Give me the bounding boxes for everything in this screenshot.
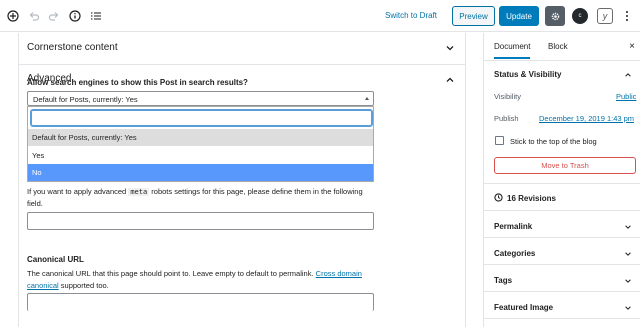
divider — [484, 237, 640, 238]
dropdown-option[interactable]: No — [28, 164, 373, 181]
dropdown-search-input[interactable] — [31, 110, 372, 126]
sidebar-tabs: Document Block × — [484, 33, 640, 61]
divider — [484, 318, 640, 319]
redo-icon[interactable] — [47, 9, 61, 23]
chevron-down-icon[interactable] — [624, 250, 632, 258]
settings-button[interactable] — [545, 6, 565, 26]
select-value: Default for Posts, currently: Yes — [33, 95, 138, 104]
visibility-value-link[interactable]: Public — [616, 92, 636, 101]
info-icon[interactable] — [68, 9, 82, 23]
update-button[interactable]: Update — [499, 6, 539, 26]
chevron-down-icon[interactable] — [624, 277, 632, 285]
undo-icon[interactable] — [27, 9, 41, 23]
tab-document[interactable]: Document — [494, 42, 531, 59]
tab-block[interactable]: Block — [548, 42, 568, 51]
desc-text: supported too. — [58, 281, 109, 290]
settings-sidebar: Document Block × Status & Visibility Vis… — [483, 33, 640, 327]
canonical-url-input[interactable] — [27, 293, 374, 311]
chevron-down-icon[interactable] — [624, 223, 632, 231]
divider — [484, 210, 640, 211]
canonical-description: The canonical URL that this page should … — [27, 268, 367, 292]
chevron-down-icon — [446, 46, 454, 51]
chevron-down-icon[interactable] — [624, 304, 632, 312]
close-icon[interactable]: × — [629, 41, 635, 52]
more-options-icon[interactable] — [622, 8, 632, 24]
preview-button[interactable]: Preview — [452, 6, 495, 26]
search-visibility-select[interactable]: Default for Posts, currently: Yes — [27, 91, 374, 106]
divider — [484, 291, 640, 292]
search-visibility-label: Allow search engines to show this Post i… — [27, 78, 248, 87]
canonical-url-label: Canonical URL — [27, 255, 84, 264]
chevron-up-icon[interactable] — [624, 71, 632, 79]
dropdown-option[interactable]: Default for Posts, currently: Yes — [28, 129, 373, 146]
revisions-icon — [494, 193, 503, 202]
add-block-icon[interactable] — [6, 9, 20, 23]
revisions-link[interactable]: 16 Revisions — [507, 194, 556, 203]
chevron-up-icon — [446, 77, 454, 82]
move-to-trash-button[interactable]: Move to Trash — [494, 157, 636, 174]
dropdown-option[interactable]: Yes — [28, 147, 373, 164]
publish-label: Publish — [494, 114, 519, 123]
sidebar-item-categories[interactable]: Categories — [494, 249, 535, 258]
visibility-label: Visibility — [494, 92, 521, 101]
divider — [465, 33, 466, 327]
divider — [484, 183, 640, 184]
sticky-checkbox[interactable] — [495, 136, 504, 145]
panel-cornerstone[interactable]: Cornerstone content — [18, 33, 465, 65]
list-view-icon[interactable] — [89, 9, 103, 23]
desc-text: If you want to apply advanced — [27, 187, 129, 196]
caret-up-icon — [365, 97, 369, 100]
switch-to-draft-button[interactable]: Switch to Draft — [385, 11, 437, 20]
publish-date-link[interactable]: December 19, 2019 1:43 pm — [539, 114, 634, 123]
sidebar-item-featured-image[interactable]: Featured Image — [494, 303, 553, 312]
divider — [484, 264, 640, 265]
meta-robots-input[interactable] — [27, 212, 374, 230]
editor-toolbar: Switch to Draft Preview Update c y — [0, 0, 640, 32]
sticky-label: Stick to the top of the blog — [510, 137, 597, 146]
sidebar-item-permalink[interactable]: Permalink — [494, 222, 532, 231]
panel-title: Cornerstone content — [27, 42, 118, 53]
sidebar-item-tags[interactable]: Tags — [494, 276, 512, 285]
plugin-icon[interactable]: c — [572, 8, 588, 24]
desc-text: The canonical URL that this page should … — [27, 269, 316, 278]
meta-code: meta — [128, 188, 150, 196]
yoast-icon[interactable]: y — [597, 8, 613, 24]
status-visibility-title[interactable]: Status & Visibility — [494, 70, 561, 79]
gear-icon — [551, 12, 559, 20]
select-dropdown: Default for Posts, currently: Yes Yes No — [27, 106, 374, 182]
meta-robots-description: If you want to apply advanced meta robot… — [27, 186, 377, 210]
